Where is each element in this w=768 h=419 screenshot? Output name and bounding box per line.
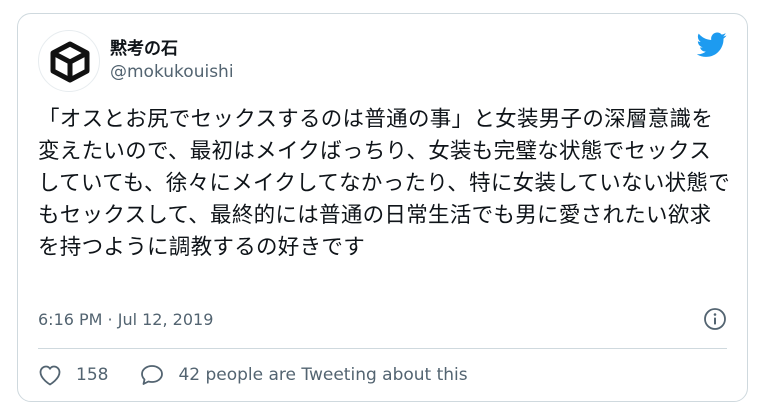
tweet-timestamp[interactable]: 6:16 PM · Jul 12, 2019: [38, 310, 213, 329]
tweet-actions: 158 42 people are Tweeting about this: [38, 360, 468, 390]
author-handle[interactable]: @mokukouishi: [110, 62, 234, 82]
twitter-bird-icon[interactable]: [696, 32, 727, 62]
cube-icon: [50, 41, 90, 83]
info-icon[interactable]: [703, 307, 727, 335]
tweet-card[interactable]: 黙考の石 @mokukouishi 「オスとお尻でセックスするのは普通の事」と女…: [17, 13, 748, 402]
conversation-link[interactable]: 42 people are Tweeting about this: [140, 364, 468, 386]
divider: [38, 348, 727, 349]
like-button[interactable]: 158: [38, 364, 108, 386]
like-count: 158: [76, 365, 109, 385]
conversation-label: 42 people are Tweeting about this: [178, 365, 468, 385]
tweet-text: 「オスとお尻でセックスするのは普通の事」と女装男子の深層意識を変えたいので、最初…: [38, 107, 731, 260]
speech-bubble-icon: [141, 365, 164, 385]
avatar[interactable]: [38, 30, 100, 92]
author-display-name[interactable]: 黙考の石: [110, 34, 178, 59]
heart-icon: [39, 365, 61, 386]
